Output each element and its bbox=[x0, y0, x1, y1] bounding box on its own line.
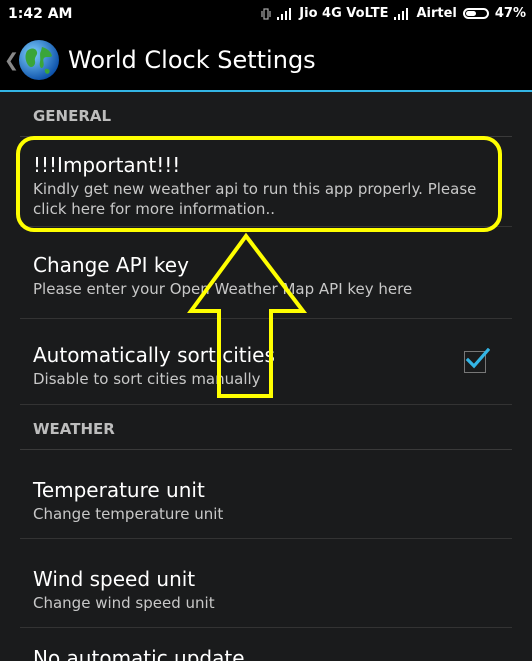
pref-title: No automatic update bbox=[33, 646, 245, 661]
pref-title: !!!Important!!! bbox=[33, 153, 181, 177]
pref-temperature-unit[interactable]: Temperature unit Change temperature unit bbox=[20, 450, 512, 539]
pref-title: Wind speed unit bbox=[33, 567, 196, 591]
status-bar: 1:42 AM Jio 4G VoLTE Airtel 47% bbox=[0, 0, 532, 30]
signal-icon-2 bbox=[394, 7, 409, 20]
pref-summary: Kindly get new weather api to run this a… bbox=[33, 180, 477, 218]
pref-summary: Change wind speed unit bbox=[33, 594, 215, 612]
checkmark-icon bbox=[465, 348, 490, 369]
section-header-general: GENERAL bbox=[20, 92, 512, 137]
pref-auto-sort[interactable]: Automatically sort cities Disable to sor… bbox=[20, 319, 512, 405]
signal-icon bbox=[277, 7, 292, 20]
screen: 1:42 AM Jio 4G VoLTE Airtel 47% ❮ World … bbox=[0, 0, 532, 661]
preference-list: GENERAL !!!Important!!! Kindly get new w… bbox=[0, 92, 532, 661]
pref-summary: Please enter your Open Weather Map API k… bbox=[33, 280, 413, 298]
pref-summary: Disable to sort cities manually bbox=[33, 370, 261, 388]
pref-auto-update[interactable]: No automatic update bbox=[20, 628, 512, 661]
carrier-2: Airtel bbox=[416, 6, 457, 21]
page-title: World Clock Settings bbox=[68, 46, 316, 74]
pref-title: Temperature unit bbox=[33, 478, 205, 502]
pref-api-key[interactable]: Change API key Please enter your Open We… bbox=[20, 227, 512, 319]
battery-percent: 47% bbox=[494, 6, 526, 21]
action-bar: ❮ World Clock Settings bbox=[0, 30, 532, 92]
back-icon[interactable]: ❮ bbox=[4, 50, 19, 71]
battery-icon bbox=[462, 8, 489, 19]
pref-title: Automatically sort cities bbox=[33, 343, 275, 367]
vibrate-icon bbox=[261, 7, 271, 20]
pref-summary: Change temperature unit bbox=[33, 505, 224, 523]
globe-icon[interactable] bbox=[18, 39, 60, 81]
carrier-1: Jio 4G VoLTE bbox=[299, 6, 389, 21]
pref-title: Change API key bbox=[33, 253, 189, 277]
auto-sort-checkbox[interactable] bbox=[464, 348, 490, 373]
pref-wind-speed-unit[interactable]: Wind speed unit Change wind speed unit bbox=[20, 539, 512, 628]
status-time: 1:42 AM bbox=[8, 6, 73, 22]
status-right: Jio 4G VoLTE Airtel 47% bbox=[261, 6, 526, 21]
pref-important[interactable]: !!!Important!!! Kindly get new weather a… bbox=[20, 137, 512, 227]
section-header-weather: WEATHER bbox=[20, 405, 512, 450]
